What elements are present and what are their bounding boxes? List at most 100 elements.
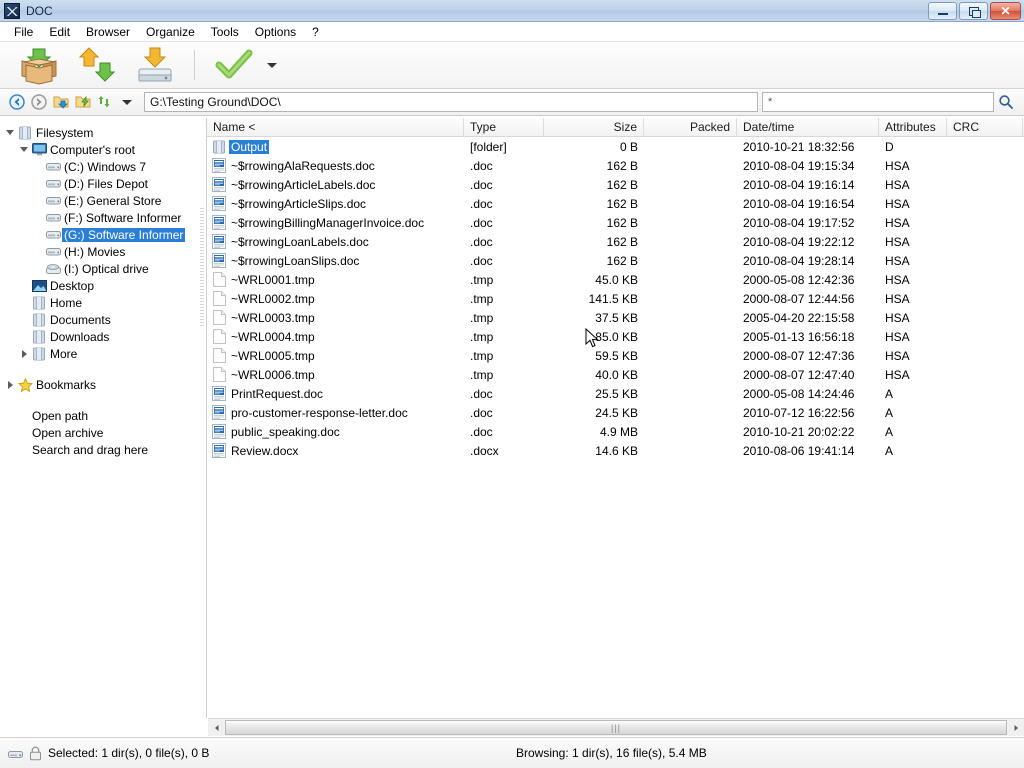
forward-button[interactable] (28, 91, 50, 113)
tree-item-drive-h[interactable]: (H:) Movies (0, 243, 206, 260)
back-button[interactable] (6, 91, 28, 113)
tree-item-desktop[interactable]: Desktop (0, 277, 206, 294)
folder-down-button[interactable] (50, 91, 72, 113)
menu-help[interactable]: ? (304, 22, 327, 42)
cell-date: 2010-10-21 20:02:22 (743, 424, 855, 439)
chevron-right-icon[interactable] (4, 380, 16, 389)
cell-date: 2000-08-07 12:44:56 (743, 291, 855, 306)
sidebar-scroll-indicator[interactable] (200, 208, 204, 328)
tree-item-label: Filesystem (36, 125, 94, 140)
table-row[interactable]: ~$rrowingAlaRequests.doc .doc 162 B 2010-08… (207, 156, 1024, 175)
tree-item-drive-d[interactable]: (D:) Files Depot (0, 175, 206, 192)
table-row[interactable]: ~WRL0001.tmp .tmp 45.0 KB 2000-05-08 12:42:… (207, 270, 1024, 289)
column-header-date[interactable]: Date/time (737, 118, 879, 136)
file-name-text: ~$rrowingBillingManagerInvoice.doc (231, 215, 425, 230)
tree-item-drive-c[interactable]: (C:) Windows 7 (0, 158, 206, 175)
table-row[interactable]: Output [folder] 0 B 2010-10-21 18:32:56 D (207, 137, 1024, 156)
sidebar-tree-panel[interactable]: Filesystem Computer's root (C:) Windows 7 (… (0, 118, 207, 718)
cell-size: 162 B (606, 196, 638, 211)
bookmarks-label: Bookmarks (36, 377, 97, 392)
file-list-rows[interactable]: Output [folder] 0 B 2010-10-21 18:32:56 D ~$r… (207, 137, 1024, 718)
link-open-archive[interactable]: Open archive (32, 424, 206, 441)
cell-size: 162 B (606, 215, 638, 230)
tree-item-more[interactable]: More (0, 345, 206, 362)
menu-tools[interactable]: Tools (203, 22, 247, 42)
test-button[interactable] (205, 43, 263, 87)
table-row[interactable]: ~$rrowingLoanSlips.doc .doc 162 B 2010-08-0… (207, 251, 1024, 270)
word-doc-icon (209, 424, 229, 439)
link-search-and-drag-here[interactable]: Search and drag here (32, 441, 206, 458)
cell-name: public_speaking.doc (207, 424, 464, 439)
file-name-text: Output (229, 139, 270, 154)
chevron-down-icon[interactable] (4, 130, 16, 135)
menu-options[interactable]: Options (247, 22, 304, 42)
history-dropdown-caret[interactable] (116, 91, 138, 113)
folder-icon (30, 296, 48, 310)
tree-item-documents[interactable]: Documents (0, 311, 206, 328)
table-row[interactable]: ~WRL0003.tmp .tmp 37.5 KB 2005-04-20 22:15:… (207, 308, 1024, 327)
add-button[interactable] (68, 43, 126, 87)
hscroll-right-arrow[interactable] (1007, 719, 1024, 736)
selection-status-text: Selected: 1 dir(s), 0 file(s), 0 B (48, 746, 210, 760)
menu-organize[interactable]: Organize (138, 22, 203, 42)
minimize-button[interactable] (928, 2, 957, 20)
maximize-button[interactable] (959, 2, 988, 20)
table-row[interactable]: ~$rrowingBillingManagerInvoice.doc .doc 16… (207, 213, 1024, 232)
tree-item-drive-g[interactable]: (G:) Software Informer (0, 226, 206, 243)
column-header-name[interactable]: Name < (207, 118, 464, 136)
path-input[interactable]: G:\Testing Ground\DOC\ (144, 92, 758, 112)
table-row[interactable]: Review.docx .docx 14.6 KB 2010-08-06 19:41:… (207, 441, 1024, 460)
close-button[interactable]: ✕ (990, 2, 1021, 20)
column-header-attributes[interactable]: Attributes (879, 118, 947, 136)
table-row[interactable]: ~WRL0006.tmp .tmp 40.0 KB 2000-08-07 12:47:… (207, 365, 1024, 384)
column-header-packed[interactable]: Packed (644, 118, 737, 136)
menu-browser[interactable]: Browser (78, 22, 138, 42)
drive-icon (44, 212, 62, 223)
table-row[interactable]: ~$rrowingArticleLabels.doc .doc 162 B 2010-… (207, 175, 1024, 194)
chevron-down-icon[interactable] (18, 147, 30, 152)
menu-edit[interactable]: Edit (41, 22, 78, 42)
tree-item-home[interactable]: Home (0, 294, 206, 311)
menu-file[interactable]: File (6, 22, 41, 42)
table-row[interactable]: ~WRL0002.tmp .tmp 141.5 KB 2000-08-07 12:44… (207, 289, 1024, 308)
hscroll-thumb[interactable]: ||| (225, 720, 1007, 735)
search-input[interactable]: * (762, 92, 994, 112)
tree-item-computers-root[interactable]: Computer's root (0, 141, 206, 158)
chevron-down-icon (122, 99, 132, 105)
table-row[interactable]: ~WRL0005.tmp .tmp 59.5 KB 2000-08-07 12:47:… (207, 346, 1024, 365)
table-row[interactable]: ~WRL0004.tmp .tmp 85.0 KB 2005-01-13 16:56:… (207, 327, 1024, 346)
refresh-button[interactable] (94, 91, 116, 113)
table-row[interactable]: ~$rrowingLoanLabels.doc .doc 162 B 2010-08-… (207, 232, 1024, 251)
open-box-green-down-arrow-icon (21, 48, 57, 85)
tree-item-drive-e[interactable]: (E:) General Store (0, 192, 206, 209)
folder-open-button[interactable] (72, 91, 94, 113)
horizontal-scrollbar[interactable]: ||| (208, 718, 1024, 736)
hscroll-left-arrow[interactable] (208, 719, 225, 736)
save-to-disk-button[interactable] (126, 43, 184, 87)
search-button[interactable] (994, 91, 1018, 113)
cell-type: .tmp (470, 272, 494, 287)
drive-icon (44, 161, 62, 172)
column-header-type[interactable]: Type (464, 118, 544, 136)
file-name-cell: ~$rrowingArticleSlips.doc (209, 196, 368, 211)
tree-item-drive-f[interactable]: (F:) Software Informer (0, 209, 206, 226)
column-header-size[interactable]: Size (544, 118, 644, 136)
tree-item-bookmarks[interactable]: Bookmarks (0, 376, 206, 393)
hscroll-track[interactable]: ||| (225, 719, 1007, 736)
column-header-crc[interactable]: CRC (947, 118, 1023, 136)
file-list-header[interactable]: Name < Type Size Packed Date/time Attributes C… (207, 118, 1024, 137)
table-row[interactable]: public_speaking.doc .doc 4.9 MB 2010-10-21 … (207, 422, 1024, 441)
extract-button[interactable] (10, 43, 68, 87)
file-name-text: ~WRL0006.tmp (231, 367, 315, 382)
tree-item-drive-i[interactable]: (I:) Optical drive (0, 260, 206, 277)
link-open-path[interactable]: Open path (32, 407, 206, 424)
tree-item-label: Home (50, 295, 83, 310)
toolbar-dropdown-caret[interactable] (263, 43, 281, 87)
table-row[interactable]: PrintRequest.doc .doc 25.5 KB 2000-05-08 14… (207, 384, 1024, 403)
tree-item-filesystem[interactable]: Filesystem (0, 124, 206, 141)
cell-attributes: A (885, 405, 894, 420)
chevron-right-icon[interactable] (18, 349, 30, 358)
table-row[interactable]: ~$rrowingArticleSlips.doc .doc 162 B 2010-0… (207, 194, 1024, 213)
tree-item-downloads[interactable]: Downloads (0, 328, 206, 345)
table-row[interactable]: pro-customer-response-letter.doc .doc 24.5… (207, 403, 1024, 422)
